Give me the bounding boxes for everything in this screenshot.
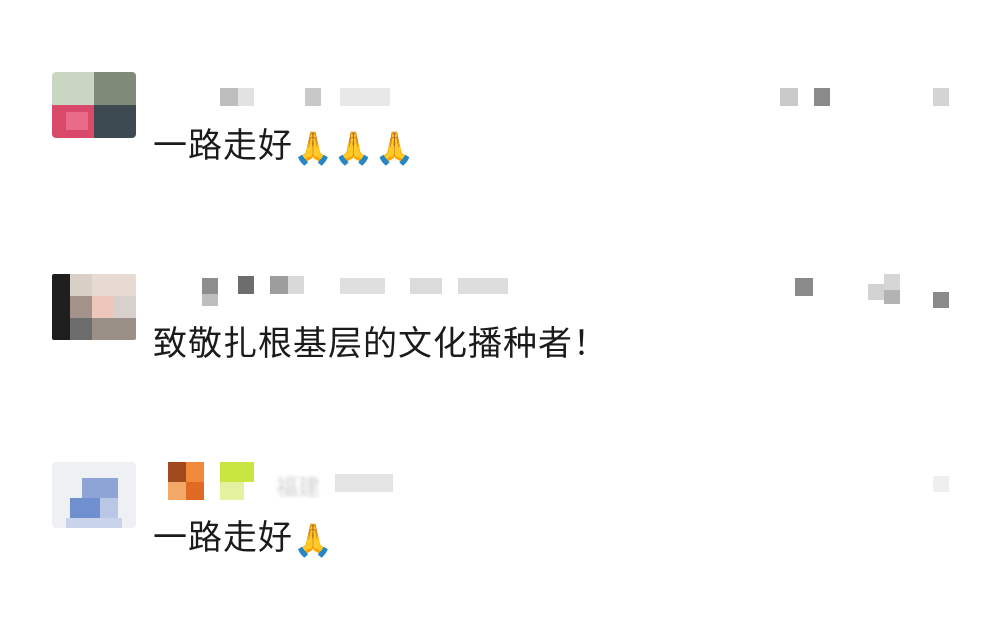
comment-body: 致敬扎根基层的文化播种者！ (153, 324, 608, 364)
blurred-timestamp-part (868, 284, 884, 300)
blurred-username-part (288, 276, 304, 294)
author-row: 福建 (150, 462, 962, 501)
blurred-timestamp (795, 278, 813, 296)
blurred-timestamp-part (884, 274, 900, 290)
avatar[interactable] (52, 274, 136, 340)
blurred-location-part (335, 474, 393, 492)
comment-text: 致敬扎根基层的文化播种者！ (153, 324, 608, 364)
avatar[interactable] (52, 72, 136, 138)
blurred-username-part (238, 88, 254, 106)
blurred-username-part (238, 276, 254, 294)
blurred-username-part (202, 294, 218, 306)
blurred-username-part (186, 482, 204, 500)
comment-item: 致敬扎根基层的文化播种者！ (0, 262, 992, 402)
blurred-username-part (186, 462, 204, 482)
blurred-location-part (458, 278, 508, 294)
blurred-username[interactable] (202, 278, 218, 294)
comment-text: 一路走好🙏🙏🙏 (153, 126, 416, 168)
like-icon[interactable] (933, 476, 949, 492)
comment-list: 一路走好🙏🙏🙏 致敬扎根基层的文化播种者！ 福建 一路走好🙏 (0, 0, 992, 629)
blurred-username-part (168, 482, 186, 500)
avatar[interactable] (52, 462, 136, 528)
like-icon[interactable] (933, 88, 949, 106)
blurred-timestamp-part (884, 290, 900, 304)
comment-item: 福建 一路走好🙏 (0, 450, 992, 590)
comment-text: 一路走好🙏 (153, 518, 334, 560)
author-row (150, 272, 962, 308)
blurred-username-part (220, 462, 254, 482)
like-icon[interactable] (933, 292, 949, 308)
folded-hands-icon: 🙏🙏🙏 (293, 129, 416, 167)
comment-item: 一路走好🙏🙏🙏 (0, 60, 992, 200)
blurred-location (340, 88, 390, 106)
author-row (150, 84, 962, 114)
comment-body: 一路走好 (153, 126, 293, 166)
blurred-location (340, 278, 385, 294)
blurred-username-part (220, 482, 244, 500)
blurred-timestamp-part (814, 88, 830, 106)
folded-hands-icon: 🙏 (293, 521, 334, 559)
blurred-username-part (305, 88, 321, 106)
blurred-timestamp (780, 88, 798, 106)
blurred-username[interactable] (220, 88, 238, 106)
blurred-location-part (410, 278, 442, 294)
blurred-username[interactable] (168, 462, 186, 482)
comment-body: 一路走好 (153, 518, 293, 558)
blurred-location: 福建 (276, 476, 321, 501)
blurred-username-part (270, 276, 288, 294)
